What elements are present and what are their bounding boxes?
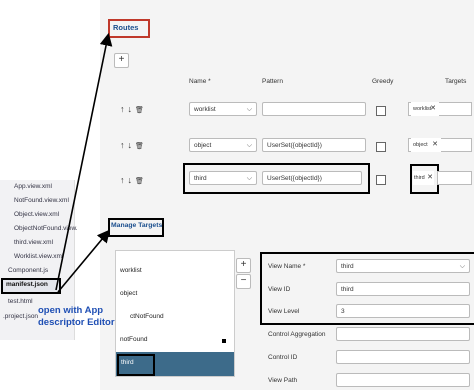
resize-handle-icon: [222, 339, 226, 343]
target-list-item[interactable]: notFound: [120, 336, 147, 343]
annotation-line-1: open with App: [38, 305, 104, 316]
view-path-label: View Path: [268, 377, 298, 384]
view-name-label: View Name *: [268, 263, 306, 270]
control-aggregation-input[interactable]: [336, 327, 470, 341]
targets-list: worklist object ctNotFound notFound thir…: [115, 250, 235, 377]
target-list-item[interactable]: object: [120, 290, 137, 297]
chevron-down-icon: ⌵: [459, 263, 465, 270]
annotation-line-2: descriptor Editor: [38, 317, 115, 328]
target-list-item-selected[interactable]: third: [121, 359, 134, 366]
control-aggregation-label: Control Aggregation: [268, 331, 326, 338]
control-id-label: Control ID: [268, 354, 298, 361]
target-list-item[interactable]: ctNotFound: [130, 313, 164, 320]
view-name-select[interactable]: third ⌵: [336, 259, 470, 273]
control-id-input[interactable]: [336, 350, 470, 364]
view-id-label: View ID: [268, 286, 291, 293]
view-path-input[interactable]: [336, 373, 470, 387]
view-level-label: View Level: [268, 308, 300, 315]
manage-targets-title: Manage Targets: [111, 222, 163, 229]
target-list-item[interactable]: worklist: [120, 267, 142, 274]
annotation-text: open with App descriptor Editor: [38, 305, 115, 329]
view-id-input[interactable]: third: [336, 282, 470, 296]
add-target-button[interactable]: +: [236, 258, 251, 273]
view-name-value: third: [341, 263, 354, 270]
remove-target-button[interactable]: −: [236, 274, 251, 289]
view-level-input[interactable]: 3: [336, 304, 470, 318]
